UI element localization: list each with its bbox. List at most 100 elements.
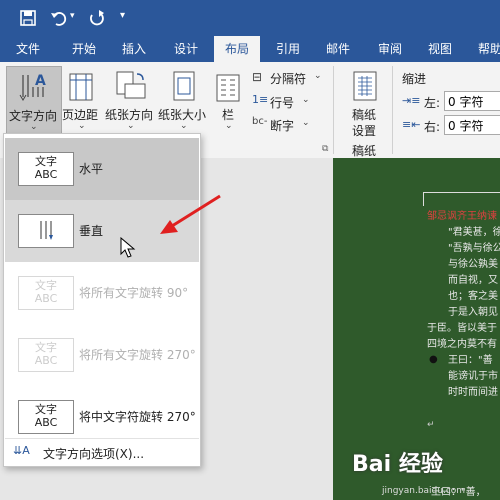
icon-text-bottom: ABC xyxy=(34,354,58,367)
icon-text-top: 文字 xyxy=(35,403,57,416)
chevron-down-icon: ⌄ xyxy=(180,121,188,131)
text-direction-options-label: 文字方向选项(X)... xyxy=(43,447,145,461)
breaks-button[interactable]: ⊟ 分隔符 ⌄ xyxy=(250,68,326,88)
icon-text-bottom: ABC xyxy=(34,168,58,181)
draft-paper-icon xyxy=(353,71,377,101)
indent-right-input[interactable] xyxy=(444,115,500,135)
divider xyxy=(392,66,393,154)
size-button[interactable]: 纸张大小 ⌄ xyxy=(158,66,210,134)
indent-left-icon: ⇥≡ xyxy=(402,94,421,107)
tab-mailings[interactable]: 邮件 xyxy=(318,36,358,62)
menu-item-label: 将所有文字旋转 90° xyxy=(79,286,189,300)
chevron-down-icon: ⌄ xyxy=(127,121,135,131)
doc-line: 能谤讥于市 xyxy=(448,371,498,382)
text-direction-options-item[interactable]: ⇊A 文字方向选项(X)... xyxy=(5,440,199,464)
customize-icon[interactable]: ▾ xyxy=(120,10,125,21)
doc-line: 于是入朝见 xyxy=(448,307,498,318)
text-direction-icon: A xyxy=(19,73,46,101)
line-numbers-icon: 1≡ xyxy=(252,93,269,106)
tab-insert[interactable]: 插入 xyxy=(114,36,154,62)
doc-title: 邹忌讽齐王纳谏 xyxy=(427,211,497,222)
doc-line: 王曰："善 xyxy=(448,355,493,366)
menu-item-label: 将所有文字旋转 270° xyxy=(79,348,196,362)
tab-design[interactable]: 设计 xyxy=(166,36,206,62)
draft-paper-label-line2: 设置 xyxy=(352,124,377,138)
svg-text:A: A xyxy=(35,73,46,89)
bullet-icon: ● xyxy=(429,354,438,365)
paragraph-mark-icon: ↵ xyxy=(427,420,435,430)
tab-review[interactable]: 审阅 xyxy=(370,36,410,62)
undo-dropdown-icon[interactable]: ▾ xyxy=(70,11,75,21)
columns-icon xyxy=(216,74,240,102)
text-direction-menu: 文字 ABC 水平 垂直 文字 ABC 将所有文字旋转 90° 文字 ABC 将… xyxy=(3,133,201,467)
doc-line: 而自视，又 xyxy=(448,275,498,286)
text-direction-options-icon: ⇊A xyxy=(13,444,30,457)
indent-right-label: 右: xyxy=(424,120,441,134)
tab-view[interactable]: 视图 xyxy=(420,36,460,62)
watermark-url: jingyan.baidu.com xyxy=(382,486,466,496)
redo-icon[interactable] xyxy=(88,9,106,27)
vertical-text-glyph xyxy=(40,221,53,240)
orientation-icon xyxy=(116,71,146,99)
margins-button[interactable]: 页边距 ⌄ xyxy=(62,66,102,134)
save-icon[interactable] xyxy=(20,10,36,26)
undo-icon[interactable] xyxy=(50,9,68,27)
breaks-icon: ⊟ xyxy=(252,70,263,84)
rotate-270-icon: 文字 ABC xyxy=(18,338,74,372)
columns-button[interactable]: 栏 ⌄ xyxy=(212,66,244,134)
indent-left-input[interactable] xyxy=(444,91,500,111)
indent-right-icon: ≡⇤ xyxy=(402,118,421,131)
line-numbers-button[interactable]: 1≡ 行号 ⌄ xyxy=(250,92,326,112)
doc-line: 也；客之美 xyxy=(448,291,498,302)
chevron-down-icon: ⌄ xyxy=(225,121,233,131)
margin-marker xyxy=(423,192,424,206)
doc-line: "吾孰与徐公 xyxy=(448,243,500,254)
icon-text-top: 文字 xyxy=(35,155,57,168)
divider xyxy=(333,66,334,154)
tab-home[interactable]: 开始 xyxy=(64,36,104,62)
tab-layout[interactable]: 布局 xyxy=(214,36,260,62)
hyphenation-label: 断字 xyxy=(270,119,295,133)
doc-line: 四境之内莫不有 xyxy=(427,339,497,350)
icon-text-bottom: ABC xyxy=(34,416,58,429)
icon-text-top: 文字 xyxy=(35,279,57,292)
draft-paper-label-line1: 稿纸 xyxy=(352,108,377,122)
indent-header: 缩进 xyxy=(402,72,427,86)
icon-text-bottom: ABC xyxy=(34,292,58,305)
doc-line: 与徐公孰美 xyxy=(448,259,498,270)
margin-marker xyxy=(423,192,500,193)
chevron-down-icon: ⌄ xyxy=(314,71,322,81)
divider xyxy=(5,438,199,439)
indent-left-label: 左: xyxy=(424,96,441,110)
draft-paper-button[interactable]: 稿纸 设置 xyxy=(340,66,390,138)
chevron-down-icon: ⌄ xyxy=(78,121,86,131)
tab-references[interactable]: 引用 xyxy=(268,36,308,62)
line-numbers-label: 行号 xyxy=(270,96,295,110)
tab-file[interactable]: 文件 xyxy=(8,36,48,62)
doc-line: 时时而间进 xyxy=(448,387,498,398)
doc-line: 于臣。皆以美于 xyxy=(427,323,497,334)
menu-item-rotate-270: 文字 ABC 将所有文字旋转 270° xyxy=(5,324,199,386)
title-bar: ▾ ▾ xyxy=(0,0,500,36)
horizontal-text-icon: 文字 ABC xyxy=(18,152,74,186)
page-setup-launcher-icon[interactable]: ⧉ xyxy=(322,144,328,154)
size-icon xyxy=(173,71,195,101)
hyphenation-button[interactable]: bc- 断字 ⌄ xyxy=(250,115,326,135)
mouse-cursor-icon xyxy=(120,237,136,258)
icon-text-top: 文字 xyxy=(35,341,57,354)
rotate-90-icon: 文字 ABC xyxy=(18,276,74,310)
breaks-label: 分隔符 xyxy=(270,72,307,86)
text-direction-button[interactable]: A 文字方向 ⌄ xyxy=(6,66,62,136)
margins-icon xyxy=(69,73,93,101)
watermark-text: Bai 经验 xyxy=(352,452,443,477)
chevron-down-icon: ⌄ xyxy=(30,122,38,132)
draft-group-label: 稿纸 xyxy=(352,144,377,158)
ribbon-tabs: 文件 开始 插入 设计 布局 引用 邮件 审阅 视图 帮助 xyxy=(0,36,500,62)
chevron-down-icon: ⌄ xyxy=(302,95,310,105)
tab-help[interactable]: 帮助 xyxy=(470,36,500,62)
vertical-text-icon xyxy=(18,214,74,248)
orientation-button[interactable]: 纸张方向 ⌄ xyxy=(103,66,157,134)
rotate-asian-270-icon: 文字 ABC xyxy=(18,400,74,434)
menu-item-label: 水平 xyxy=(79,162,104,176)
hyphenation-icon: bc- xyxy=(252,116,268,127)
